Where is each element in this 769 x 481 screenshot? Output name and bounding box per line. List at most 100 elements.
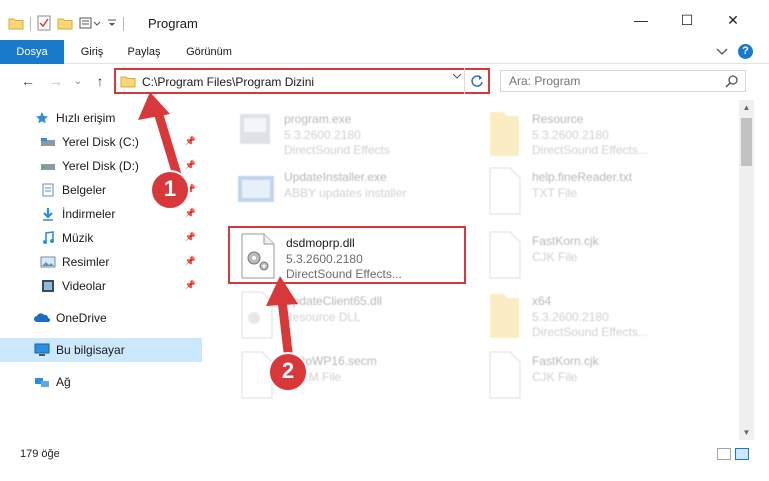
file-item[interactable]: program.exe 5.3.2600.2180 DirectSound Ef… bbox=[228, 104, 466, 162]
sidebar-item-label: Videolar bbox=[62, 279, 106, 293]
pin-icon[interactable]: 📌 bbox=[185, 232, 196, 243]
quick-access-toolbar bbox=[8, 14, 124, 34]
help-icon[interactable]: ? bbox=[738, 44, 753, 59]
recent-locations-button[interactable]: ⌄ bbox=[68, 72, 88, 90]
file-type: CJK File bbox=[532, 370, 578, 384]
pictures-icon bbox=[40, 255, 56, 269]
file-type: TXT File bbox=[532, 186, 578, 200]
pin-icon[interactable]: 📌 bbox=[185, 280, 196, 291]
sidebar-item-pictures[interactable]: Resimler 📌 bbox=[0, 250, 202, 274]
dropdown-arrow-icon[interactable] bbox=[107, 17, 117, 31]
separator bbox=[123, 17, 124, 31]
tab-share[interactable]: Paylaş bbox=[122, 40, 166, 64]
sidebar-item-this-pc[interactable]: Bu bilgisayar bbox=[0, 338, 202, 362]
sidebar-item-videos[interactable]: Videolar 📌 bbox=[0, 274, 202, 298]
folder-icon bbox=[8, 16, 24, 33]
minimize-button[interactable]: — bbox=[618, 0, 664, 40]
separator bbox=[30, 17, 31, 31]
search-box[interactable] bbox=[500, 70, 746, 92]
sidebar-item-quick-access[interactable]: Hızlı erişim bbox=[0, 106, 202, 130]
sidebar-item-label: Yerel Disk (D:) bbox=[62, 159, 139, 173]
search-input[interactable] bbox=[501, 71, 711, 91]
file-version: 5.3.2600.2180 bbox=[284, 128, 361, 142]
file-description: Resource DLL bbox=[284, 310, 361, 324]
folder-icon bbox=[482, 290, 526, 340]
sidebar-item-onedrive[interactable]: OneDrive bbox=[0, 306, 202, 330]
address-bar[interactable]: C:\Program Files\Program Dizini bbox=[114, 68, 490, 94]
sidebar-item-drive-c[interactable]: Yerel Disk (C:) 📌 bbox=[0, 130, 202, 154]
file-item[interactable]: Resource 5.3.2600.2180 DirectSound Effec… bbox=[476, 104, 714, 162]
dll-gear-icon bbox=[236, 232, 280, 282]
view-switcher bbox=[717, 448, 749, 460]
sidebar-item-label: Bu bilgisayar bbox=[56, 343, 125, 357]
file-version: 5.3.2600.2180 bbox=[532, 128, 609, 142]
step-2-label: 2 bbox=[281, 358, 295, 383]
onedrive-icon bbox=[34, 311, 50, 325]
file-icon bbox=[482, 230, 526, 280]
file-description: DirectSound Effects... bbox=[532, 325, 648, 339]
close-button[interactable]: ✕ bbox=[710, 0, 756, 40]
sidebar-item-downloads[interactable]: İndirmeler 📌 bbox=[0, 202, 202, 226]
address-dropdown-icon[interactable] bbox=[452, 73, 462, 84]
file-item[interactable]: FastKorn.cjk CJK File bbox=[476, 226, 714, 284]
sidebar-item-network[interactable]: Ağ bbox=[0, 370, 202, 394]
tiles-view-icon[interactable] bbox=[735, 448, 749, 460]
file-item[interactable]: x64 5.3.2600.2180 DirectSound Effects... bbox=[476, 286, 714, 344]
window-title: Program bbox=[148, 16, 198, 31]
expand-ribbon-icon[interactable] bbox=[716, 46, 728, 60]
details-view-icon[interactable] bbox=[717, 448, 731, 460]
file-item[interactable]: UpdateClient65.dll Resource DLL bbox=[228, 286, 466, 344]
sidebar-item-label: OneDrive bbox=[56, 311, 107, 325]
file-item[interactable]: SoftoWP16.secm SECM File bbox=[228, 346, 466, 404]
file-name: x64 bbox=[532, 294, 552, 308]
refresh-icon[interactable] bbox=[464, 68, 488, 94]
up-button[interactable]: ↑ bbox=[90, 72, 110, 90]
file-item[interactable]: UpdateInstaller.exe ABBY updates install… bbox=[228, 162, 466, 220]
this-pc-icon bbox=[34, 343, 50, 357]
star-icon bbox=[34, 111, 50, 125]
file-description: DirectSound Effects bbox=[284, 143, 390, 157]
scroll-thumb[interactable] bbox=[741, 118, 752, 166]
item-count: 179 öğe bbox=[20, 448, 60, 460]
network-icon bbox=[34, 375, 50, 389]
pin-icon[interactable]: 📌 bbox=[185, 136, 196, 147]
maximize-button[interactable]: ☐ bbox=[664, 0, 710, 40]
navigation-pane: Hızlı erişim Yerel Disk (C:) 📌 Yerel Dis… bbox=[0, 100, 208, 440]
file-item[interactable]: help.fineReader.txt TXT File bbox=[476, 162, 714, 220]
search-icon[interactable] bbox=[725, 74, 739, 91]
txt-icon bbox=[482, 166, 526, 216]
tab-home[interactable]: Giriş bbox=[72, 40, 112, 64]
sidebar-item-label: Resimler bbox=[62, 255, 110, 269]
back-button[interactable]: ← bbox=[18, 72, 38, 90]
sidebar-item-label: Ağ bbox=[56, 375, 71, 389]
sidebar-item-drive-d[interactable]: Yerel Disk (D:) 📌 bbox=[0, 154, 202, 178]
installer-icon bbox=[234, 166, 278, 216]
vertical-scrollbar[interactable]: ▲ ▼ bbox=[739, 100, 754, 440]
forward-button[interactable]: → bbox=[46, 72, 66, 90]
tab-view[interactable]: Görünüm bbox=[180, 40, 238, 64]
documents-icon bbox=[40, 183, 56, 197]
ribbon-tabs: Dosya Giriş Paylaş Görünüm ? bbox=[0, 40, 769, 98]
pin-icon[interactable]: 📌 bbox=[185, 256, 196, 267]
address-path[interactable]: C:\Program Files\Program Dizini bbox=[142, 75, 314, 89]
properties-icon[interactable] bbox=[37, 15, 51, 34]
scroll-up-icon[interactable]: ▲ bbox=[739, 100, 754, 115]
pin-icon[interactable]: 📌 bbox=[185, 184, 196, 195]
status-bar: 179 öğe bbox=[0, 440, 769, 468]
pin-icon[interactable]: 📌 bbox=[185, 160, 196, 171]
file-name: UpdateClient65.dll bbox=[284, 294, 383, 308]
dll-gear-icon bbox=[234, 290, 278, 340]
file-description: DirectSound Effects... bbox=[286, 267, 402, 281]
file-list: program.exe 5.3.2600.2180 DirectSound Ef… bbox=[208, 100, 740, 440]
customize-qat-icon[interactable] bbox=[79, 16, 101, 33]
sidebar-item-music[interactable]: Müzik 📌 bbox=[0, 226, 202, 250]
pin-icon[interactable]: 📌 bbox=[185, 208, 196, 219]
file-item[interactable]: FastKorn.cjk CJK File bbox=[476, 346, 714, 404]
file-name: FastKorn.cjk bbox=[532, 354, 599, 368]
sidebar-item-label: Yerel Disk (C:) bbox=[62, 135, 139, 149]
new-folder-icon[interactable] bbox=[57, 16, 73, 33]
scroll-down-icon[interactable]: ▼ bbox=[739, 425, 754, 440]
file-name: dsdmoprp.dll bbox=[286, 236, 355, 250]
file-description: DirectSound Effects... bbox=[532, 143, 648, 157]
file-item-dsdmoprp[interactable]: dsdmoprp.dll 5.3.2600.2180 DirectSound E… bbox=[228, 226, 466, 284]
